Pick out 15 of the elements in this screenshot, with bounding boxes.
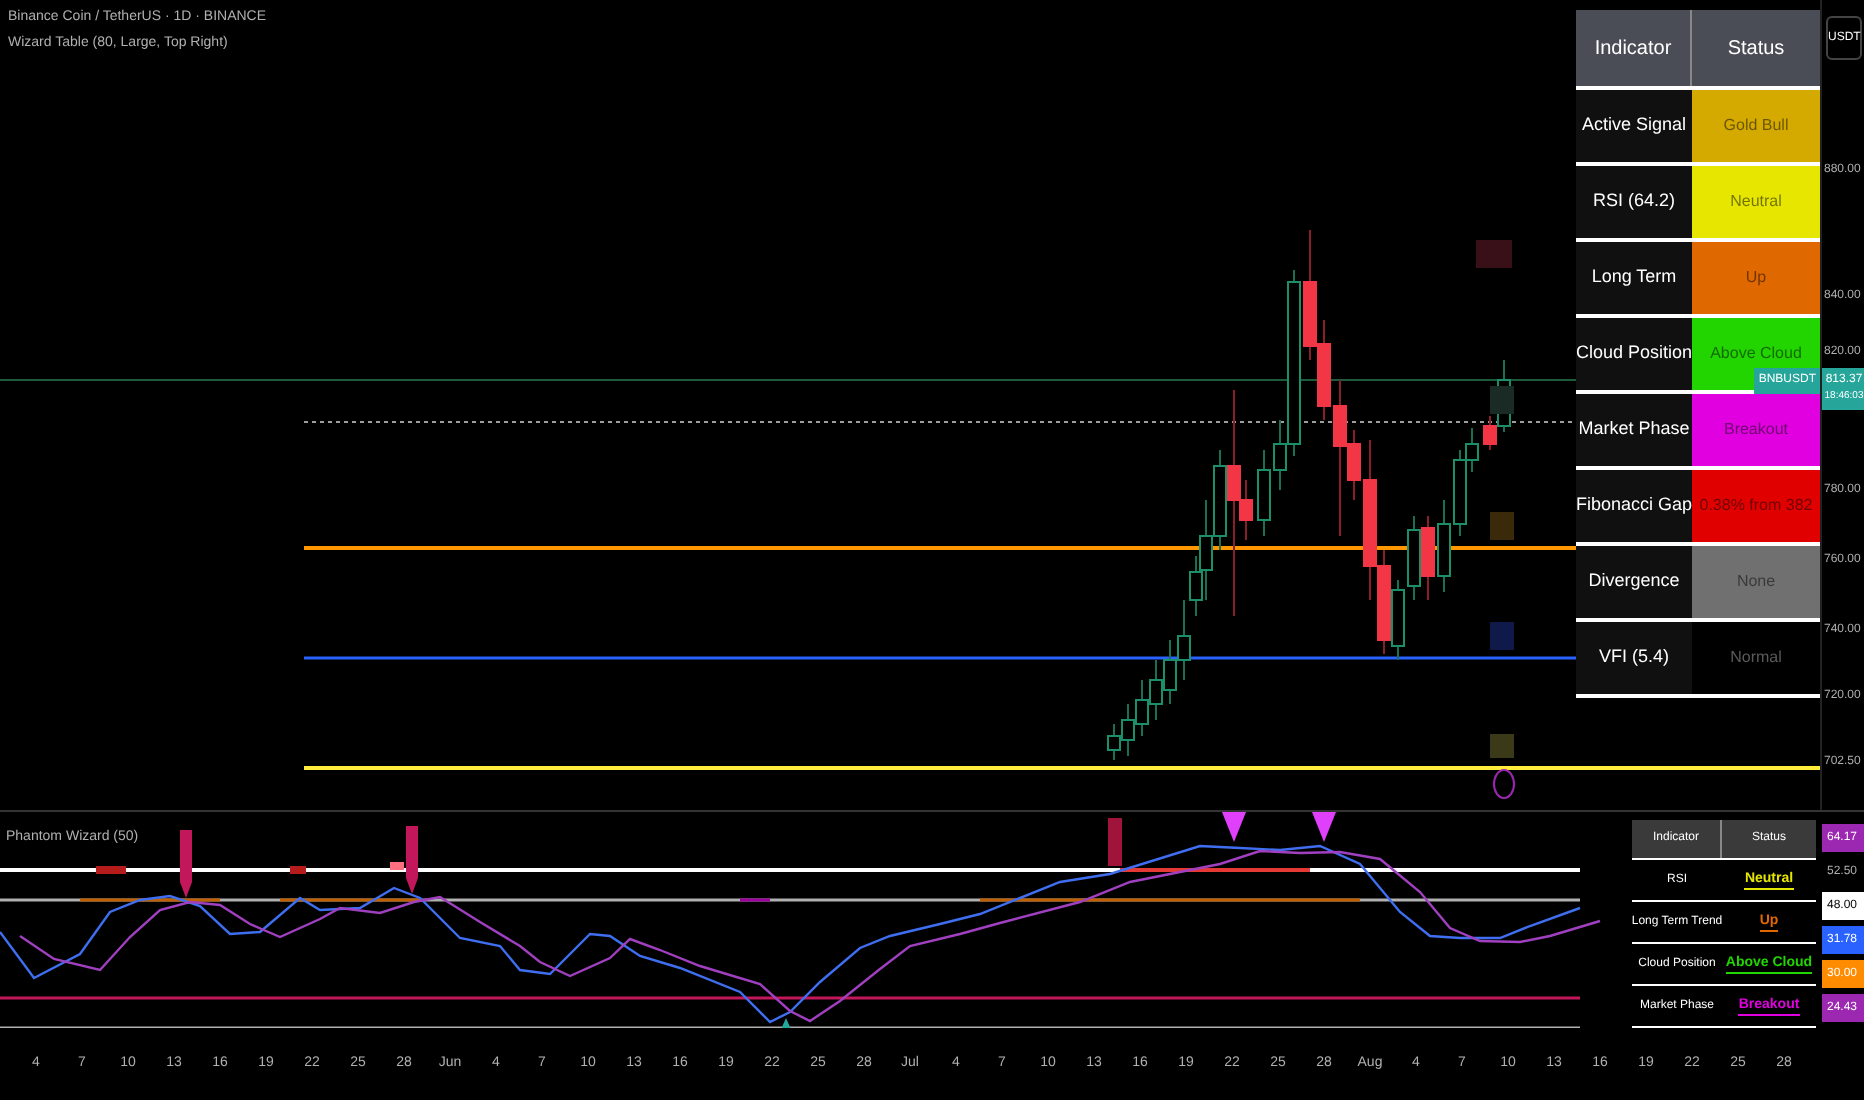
signal-marker (1493, 769, 1515, 799)
status-cell: None (1692, 546, 1820, 618)
status-cell: Breakout (1692, 394, 1820, 466)
table-header: Status (1692, 10, 1820, 86)
chart-tag (1490, 512, 1514, 540)
status-cell: Up (1692, 242, 1820, 314)
chart-tag (1490, 386, 1514, 414)
status-cell: 0.38% from 382 (1692, 470, 1820, 542)
table-header: Indicator (1576, 10, 1692, 86)
chart-tag (1476, 240, 1512, 268)
status-cell: Normal (1692, 622, 1820, 694)
chart-tag (1490, 734, 1514, 758)
chart-tag (1490, 622, 1514, 650)
status-cell: Neutral (1692, 166, 1820, 238)
status-cell: Gold Bull (1692, 90, 1820, 162)
